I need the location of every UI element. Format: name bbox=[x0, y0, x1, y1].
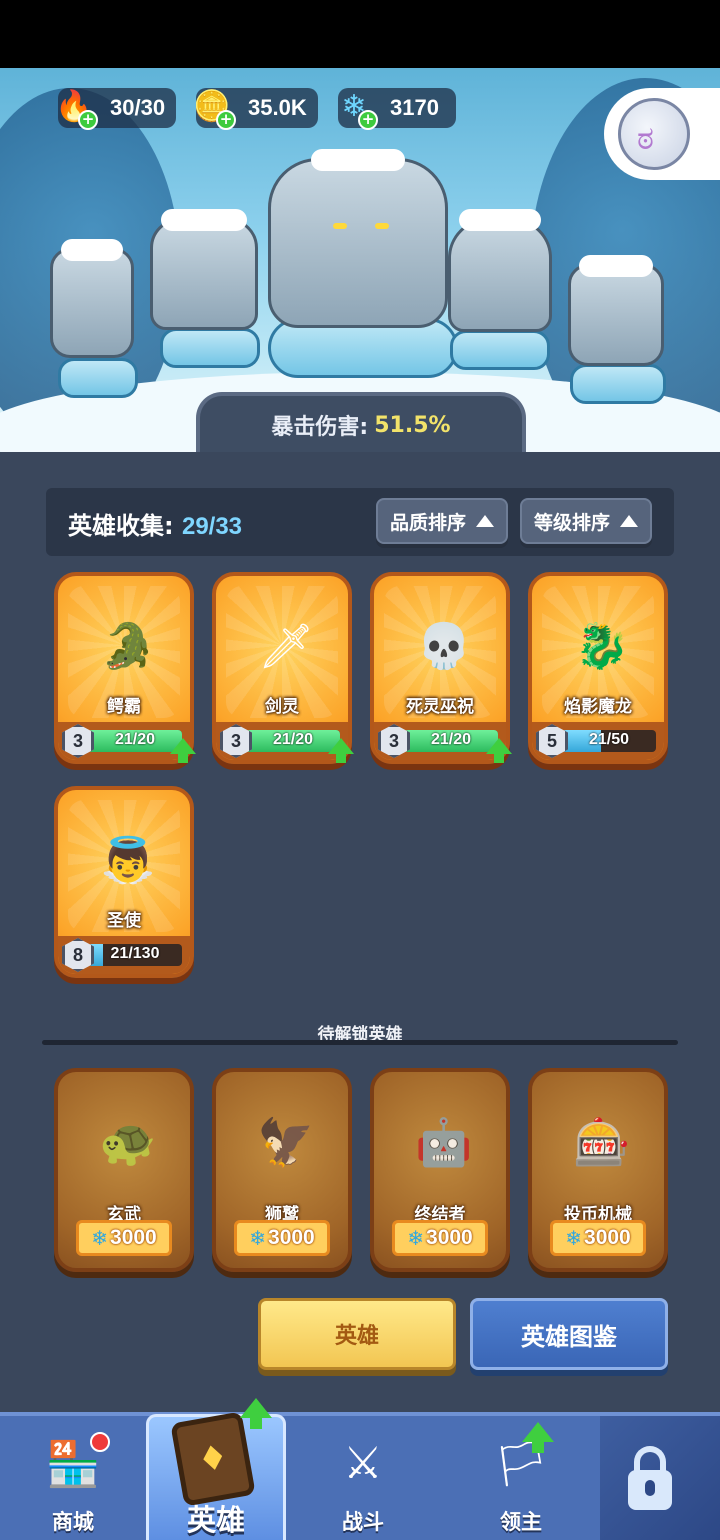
sort-arrow-icon bbox=[620, 515, 638, 527]
nav-hero-label: 英雄 bbox=[186, 1503, 245, 1537]
nav-shop-label: 商城 bbox=[52, 1510, 94, 1534]
lock-keyhole bbox=[645, 1480, 655, 1496]
hero-name: 死灵巫祝 bbox=[406, 697, 474, 717]
upgrade-arrow-icon bbox=[170, 738, 196, 763]
shard-progress-text: 21/130 bbox=[110, 945, 160, 962]
crit-damage-value: 51.5% bbox=[374, 412, 451, 438]
shard-progress-bar: 21/50 bbox=[562, 730, 656, 752]
add-crystal-icon[interactable]: + bbox=[358, 110, 378, 130]
nav-locked[interactable] bbox=[600, 1416, 720, 1540]
crystal-value: 3170 bbox=[390, 95, 439, 120]
sort-level-button[interactable]: 等级排序 bbox=[520, 498, 652, 544]
hero-card-icon: ♦ bbox=[170, 1411, 256, 1507]
stamina-counter[interactable]: 🔥 + 30/30 bbox=[55, 88, 176, 130]
sort-quality-label: 品质排序 bbox=[389, 511, 466, 534]
statue bbox=[50, 239, 134, 358]
shard-progress-bar: 21/20 bbox=[88, 730, 182, 752]
shard-progress-bar: 21/130 bbox=[88, 944, 182, 966]
hero-portrait: 🎰 bbox=[573, 1114, 631, 1169]
add-stamina-icon[interactable]: + bbox=[78, 110, 98, 130]
mascot-icon: ಠ bbox=[618, 98, 690, 170]
nav-battle[interactable]: ⚔ 战斗 bbox=[290, 1412, 436, 1540]
hero-codex-button[interactable]: 英雄图鉴 bbox=[470, 1298, 668, 1370]
hero-card[interactable]: 👼 圣使 21/130 8 bbox=[54, 786, 194, 978]
event-button[interactable]: ಠ bbox=[604, 88, 720, 180]
pedestal bbox=[450, 330, 550, 370]
unlock-price: 3000 bbox=[584, 1226, 631, 1249]
gold-counter[interactable]: 🪙 + 35.0K bbox=[193, 88, 318, 130]
hero-portrait: 🗡 bbox=[258, 621, 314, 672]
add-gold-icon[interactable]: + bbox=[216, 110, 236, 130]
nav-lord-label: 领主 bbox=[500, 1510, 542, 1534]
unlock-price: 3000 bbox=[426, 1226, 473, 1249]
unlock-price-button[interactable]: ❄ 3000 bbox=[550, 1220, 646, 1256]
hero-tab-button[interactable]: 英雄 bbox=[258, 1298, 456, 1370]
statue bbox=[150, 209, 258, 330]
upgrade-arrow-icon bbox=[486, 738, 512, 763]
hero-card[interactable]: 🐉 焰影魔龙 21/50 5 bbox=[528, 572, 668, 764]
section-divider bbox=[42, 1040, 678, 1045]
stamina-value: 30/30 bbox=[110, 95, 166, 120]
shard-progress-bar: 21/20 bbox=[246, 730, 340, 752]
shard-progress-text: 21/50 bbox=[588, 731, 630, 748]
ice-crystal-icon: ❄ bbox=[407, 1226, 425, 1250]
hero-name: 剑灵 bbox=[265, 697, 299, 717]
crossed-swords-icon: ⚔ bbox=[343, 1438, 383, 1489]
nav-shop[interactable]: 🏪 商城 bbox=[0, 1412, 146, 1540]
unlock-price-button[interactable]: ❄ 3000 bbox=[234, 1220, 330, 1256]
sort-level-label: 等级排序 bbox=[533, 511, 610, 534]
notification-dot bbox=[90, 1432, 110, 1452]
shard-progress-text: 21/20 bbox=[114, 731, 156, 748]
unlock-price: 3000 bbox=[268, 1226, 315, 1249]
collection-label: 英雄收集: bbox=[68, 512, 174, 540]
upgrade-arrow-icon bbox=[522, 1422, 554, 1453]
unlock-price-button[interactable]: ❄ 3000 bbox=[392, 1220, 488, 1256]
hero-portrait: 🦅 bbox=[257, 1114, 315, 1169]
statue bbox=[568, 255, 664, 366]
locked-hero-card[interactable]: 🤖 终结者 ❄ 3000 bbox=[370, 1068, 510, 1272]
crit-damage-tab: 暴击伤害: 51.5% bbox=[196, 392, 526, 454]
gold-value: 35.0K bbox=[248, 95, 307, 120]
shard-progress-text: 21/20 bbox=[430, 731, 472, 748]
dragon-statue bbox=[268, 149, 448, 328]
sort-quality-button[interactable]: 品质排序 bbox=[376, 498, 508, 544]
hero-card[interactable]: 🗡 剑灵 21/20 3 bbox=[212, 572, 354, 764]
collection-count: 29/33 bbox=[181, 513, 243, 540]
status-bar bbox=[0, 0, 720, 68]
unlock-price-button[interactable]: ❄ 3000 bbox=[76, 1220, 172, 1256]
unlock-price: 3000 bbox=[110, 1226, 157, 1249]
nav-hero[interactable]: ♦ 英雄 bbox=[146, 1411, 286, 1540]
pedestal bbox=[58, 358, 138, 398]
upgrade-arrow-icon bbox=[240, 1398, 272, 1429]
hero-card[interactable]: 💀 死灵巫祝 21/20 3 bbox=[370, 572, 512, 764]
shard-progress-text: 21/20 bbox=[272, 731, 314, 748]
nav-battle-label: 战斗 bbox=[342, 1510, 384, 1534]
crit-damage-label: 暴击伤害: bbox=[271, 415, 369, 440]
hero-portrait: 👼 bbox=[100, 835, 156, 886]
hero-name: 焰影魔龙 bbox=[564, 697, 632, 717]
upgrade-arrow-icon bbox=[328, 738, 354, 763]
nav-lord[interactable]: 🏳 领主 bbox=[446, 1412, 596, 1540]
crystal-counter[interactable]: ❄ + 3170 bbox=[338, 88, 456, 130]
locked-hero-card[interactable]: 🎰 投币机械 ❄ 3000 bbox=[528, 1068, 668, 1272]
hero-portrait: 💀 bbox=[416, 621, 472, 672]
hero-portrait: 🐢 bbox=[99, 1114, 157, 1169]
sort-arrow-icon bbox=[476, 515, 494, 527]
hero-name: 圣使 bbox=[107, 911, 141, 931]
pedestal bbox=[570, 364, 666, 404]
statue bbox=[448, 209, 552, 332]
hero-portrait: 🤖 bbox=[415, 1114, 473, 1169]
ice-crystal-icon: ❄ bbox=[91, 1226, 109, 1250]
locked-hero-card[interactable]: 🐢 玄武 ❄ 3000 bbox=[54, 1068, 194, 1272]
ice-crystal-icon: ❄ bbox=[249, 1226, 267, 1250]
ice-crystal-icon: ❄ bbox=[565, 1226, 583, 1250]
hero-name: 鳄霸 bbox=[107, 697, 141, 717]
locked-hero-card[interactable]: 🦅 狮鹫 ❄ 3000 bbox=[212, 1068, 352, 1272]
pedestal bbox=[160, 328, 260, 368]
shard-progress-bar: 21/20 bbox=[404, 730, 498, 752]
hero-portrait: 🐊 bbox=[100, 621, 156, 672]
hero-card[interactable]: 🐊 鳄霸 21/20 3 bbox=[54, 572, 196, 764]
hero-portrait: 🐉 bbox=[574, 621, 630, 672]
